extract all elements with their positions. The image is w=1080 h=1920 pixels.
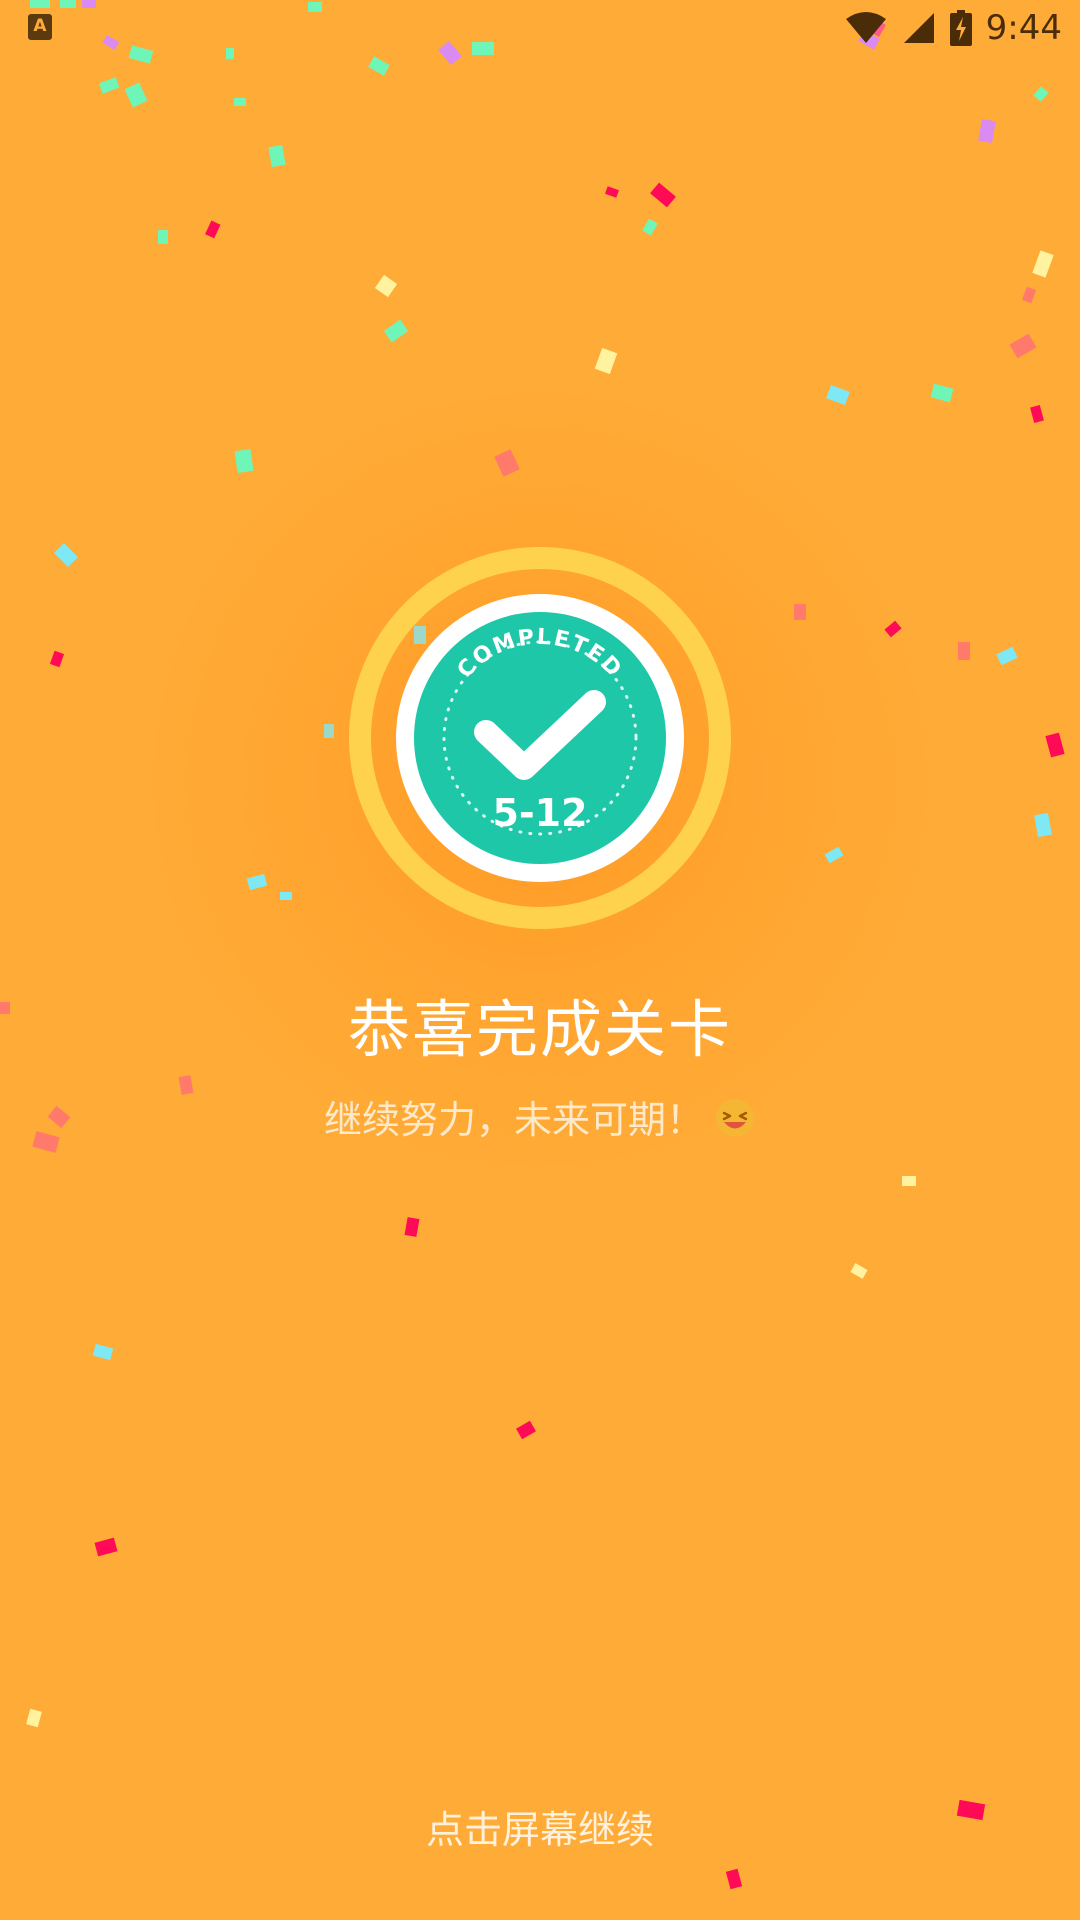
page-title: 恭喜完成关卡: [347, 993, 732, 1066]
laughing-face-emoji-icon: [716, 1099, 754, 1137]
tap-to-continue-hint[interactable]: 点击屏幕继续: [0, 1800, 1080, 1860]
subtitle-text: 继续努力，未来可期！: [323, 1098, 704, 1142]
battery-charging-icon: [949, 10, 972, 46]
status-clock: 9:44: [985, 8, 1062, 48]
wifi-icon: [845, 12, 886, 43]
signal-icon: [903, 13, 934, 43]
confetti-layer: [0, 0, 1065, 1890]
app-notification-icon: A: [28, 14, 52, 40]
confetti-pieces: [0, 0, 1065, 1890]
level-complete-screen[interactable]: A 9:44 COMPLETED 5-12 恭喜完成关卡 继续努力，未来可期！ …: [0, 0, 1080, 1920]
status-bar: A 9:44: [0, 0, 1080, 54]
badge-level-label: 5-12: [492, 791, 587, 835]
status-bar-right: 9:44: [844, 6, 1062, 50]
completed-badge: COMPLETED 5-12: [349, 547, 731, 929]
subtitle: 继续努力，未来可期！: [0, 1092, 1080, 1148]
